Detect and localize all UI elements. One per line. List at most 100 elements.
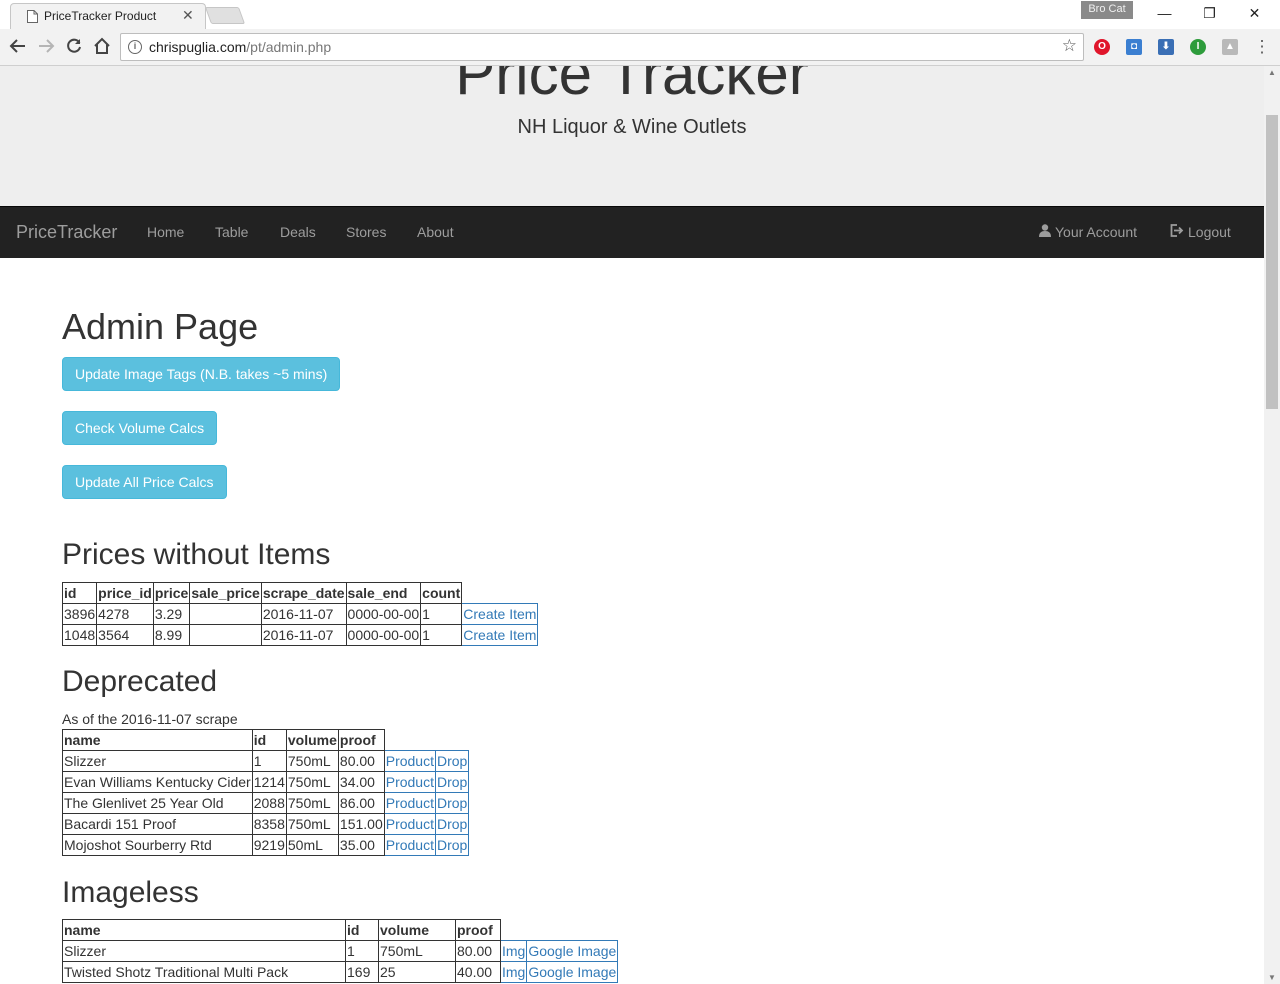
cell-price: 3.29 xyxy=(152,603,191,625)
minimize-icon[interactable]: — xyxy=(1142,2,1187,24)
empty-header-cell xyxy=(435,730,468,751)
scroll-thumb[interactable] xyxy=(1266,115,1278,409)
cell-proof: 80.00 xyxy=(337,750,385,772)
drop-link[interactable]: Drop xyxy=(437,816,467,832)
page-scrollbar[interactable]: ▲ ▼ xyxy=(1264,66,1280,984)
cell-product: Product xyxy=(383,750,436,772)
cell-proof: 34.00 xyxy=(337,771,385,793)
home-icon[interactable] xyxy=(92,37,112,57)
column-header: proof xyxy=(337,729,385,751)
drive-extension-icon[interactable]: ▲ xyxy=(1222,39,1238,55)
cell-id: 9219 xyxy=(251,834,287,856)
user-icon xyxy=(1039,224,1051,240)
column-header: name xyxy=(62,729,253,751)
cell-img: Img xyxy=(499,940,528,962)
column-header: volume xyxy=(378,919,456,941)
drop-link[interactable]: Drop xyxy=(437,753,467,769)
nav-table[interactable]: Table xyxy=(215,224,248,240)
cell-name: Slizzer xyxy=(62,940,346,962)
cell-product: Product xyxy=(383,792,436,814)
cell-id: 1214 xyxy=(251,771,287,793)
cell-sale-end: 0000-00-00 xyxy=(345,624,422,646)
browser-titlebar: PriceTracker Product ✕ Bro Cat — ❐ ✕ xyxy=(0,0,1280,29)
cell-id: 1 xyxy=(345,940,379,962)
green-extension-icon[interactable]: I xyxy=(1190,39,1206,55)
bookmark-star-icon[interactable]: ☆ xyxy=(1062,36,1077,56)
product-link[interactable]: Product xyxy=(386,774,434,790)
browser-toolbar: i chrispuglia.com/pt/admin.php ☆ O ◘ ⬇ I… xyxy=(0,29,1280,66)
column-header: scrape_date xyxy=(260,582,347,604)
table-row: Twisted Shotz Traditional Multi Pack 169… xyxy=(62,961,619,983)
site-info-icon[interactable]: i xyxy=(128,40,142,54)
drop-link[interactable]: Drop xyxy=(437,774,467,790)
nav-about[interactable]: About xyxy=(417,224,454,240)
drop-link[interactable]: Drop xyxy=(437,795,467,811)
deprecated-heading: Deprecated xyxy=(62,665,218,698)
column-header: id xyxy=(61,582,98,604)
screenshot-extension-icon[interactable]: ◘ xyxy=(1126,39,1142,55)
address-bar[interactable]: i chrispuglia.com/pt/admin.php ☆ xyxy=(120,33,1084,61)
url-text[interactable]: chrispuglia.com/pt/admin.php xyxy=(149,39,331,55)
cell-price-id: 4278 xyxy=(96,603,154,625)
create-item-link[interactable]: Create Item xyxy=(463,606,536,622)
profile-badge[interactable]: Bro Cat xyxy=(1081,1,1133,19)
cell-img: Img xyxy=(499,961,528,983)
navbar-brand[interactable]: PriceTracker xyxy=(16,222,117,243)
back-icon[interactable] xyxy=(8,37,28,57)
cell-action: Create Item xyxy=(461,624,539,646)
cell-id: 169 xyxy=(345,961,379,983)
cell-drop: Drop xyxy=(434,813,470,835)
nav-stores[interactable]: Stores xyxy=(346,224,386,240)
new-tab-button[interactable] xyxy=(204,7,246,24)
table-row: 3896 4278 3.29 2016-11-07 0000-00-00 1 C… xyxy=(61,603,539,625)
table-row: Slizzer 1 750mL 80.00 Product Drop xyxy=(62,750,470,772)
scroll-up-arrow-icon[interactable]: ▲ xyxy=(1268,68,1276,77)
img-link[interactable]: Img xyxy=(502,964,525,980)
tab-close-icon[interactable]: ✕ xyxy=(182,7,194,24)
product-link[interactable]: Product xyxy=(386,753,434,769)
download-extension-icon[interactable]: ⬇ xyxy=(1158,39,1174,55)
cell-google-image: Google Image xyxy=(526,940,619,962)
img-link[interactable]: Img xyxy=(502,943,525,959)
site-title: Price Tracker xyxy=(455,66,809,107)
nav-your-account[interactable]: Your Account xyxy=(1039,224,1137,240)
column-header: proof xyxy=(455,919,501,941)
table-row: Evan Williams Kentucky Cider 1214 750mL … xyxy=(62,771,470,793)
column-header: price_id xyxy=(96,582,154,604)
product-link[interactable]: Product xyxy=(386,795,434,811)
google-image-link[interactable]: Google Image xyxy=(528,943,616,959)
create-item-link[interactable]: Create Item xyxy=(463,627,536,643)
cell-volume: 750mL xyxy=(285,750,339,772)
deprecated-table: name id volume proof Slizzer 1 750mL 80.… xyxy=(62,729,470,856)
cell-google-image: Google Image xyxy=(526,961,619,983)
drop-link[interactable]: Drop xyxy=(437,837,467,853)
browser-tab[interactable]: PriceTracker Product ✕ xyxy=(10,3,206,29)
check-volume-calcs-button[interactable]: Check Volume Calcs xyxy=(62,411,218,445)
nav-home[interactable]: Home xyxy=(147,224,184,240)
scroll-down-arrow-icon[interactable]: ▼ xyxy=(1268,973,1276,982)
google-image-link[interactable]: Google Image xyxy=(528,964,616,980)
product-link[interactable]: Product xyxy=(386,816,434,832)
cell-drop: Drop xyxy=(434,771,470,793)
cell-count: 1 xyxy=(420,624,463,646)
site-subtitle: NH Liquor & Wine Outlets xyxy=(517,116,747,138)
nav-deals[interactable]: Deals xyxy=(280,224,316,240)
update-image-tags-button[interactable]: Update Image Tags (N.B. takes ~5 mins) xyxy=(62,357,341,391)
cell-price-id: 3564 xyxy=(96,624,154,646)
cell-proof: 35.00 xyxy=(337,834,385,856)
reload-icon[interactable] xyxy=(64,37,84,57)
cell-id: 8358 xyxy=(251,813,287,835)
restore-icon[interactable]: ❐ xyxy=(1187,2,1232,24)
close-window-icon[interactable]: ✕ xyxy=(1232,2,1277,24)
cell-product: Product xyxy=(383,813,436,835)
cell-name: Slizzer xyxy=(62,750,253,772)
cell-sale-price xyxy=(189,603,262,625)
menu-icon[interactable]: ⋮ xyxy=(1252,37,1272,57)
nav-logout[interactable]: Logout xyxy=(1170,224,1231,240)
update-price-calcs-button[interactable]: Update All Price Calcs xyxy=(62,465,227,499)
product-link[interactable]: Product xyxy=(386,837,434,853)
cell-proof: 151.00 xyxy=(337,813,385,835)
opera-extension-icon[interactable]: O xyxy=(1094,39,1110,55)
forward-icon[interactable] xyxy=(36,37,56,57)
table-row: The Glenlivet 25 Year Old 2088 750mL 86.… xyxy=(62,792,470,814)
